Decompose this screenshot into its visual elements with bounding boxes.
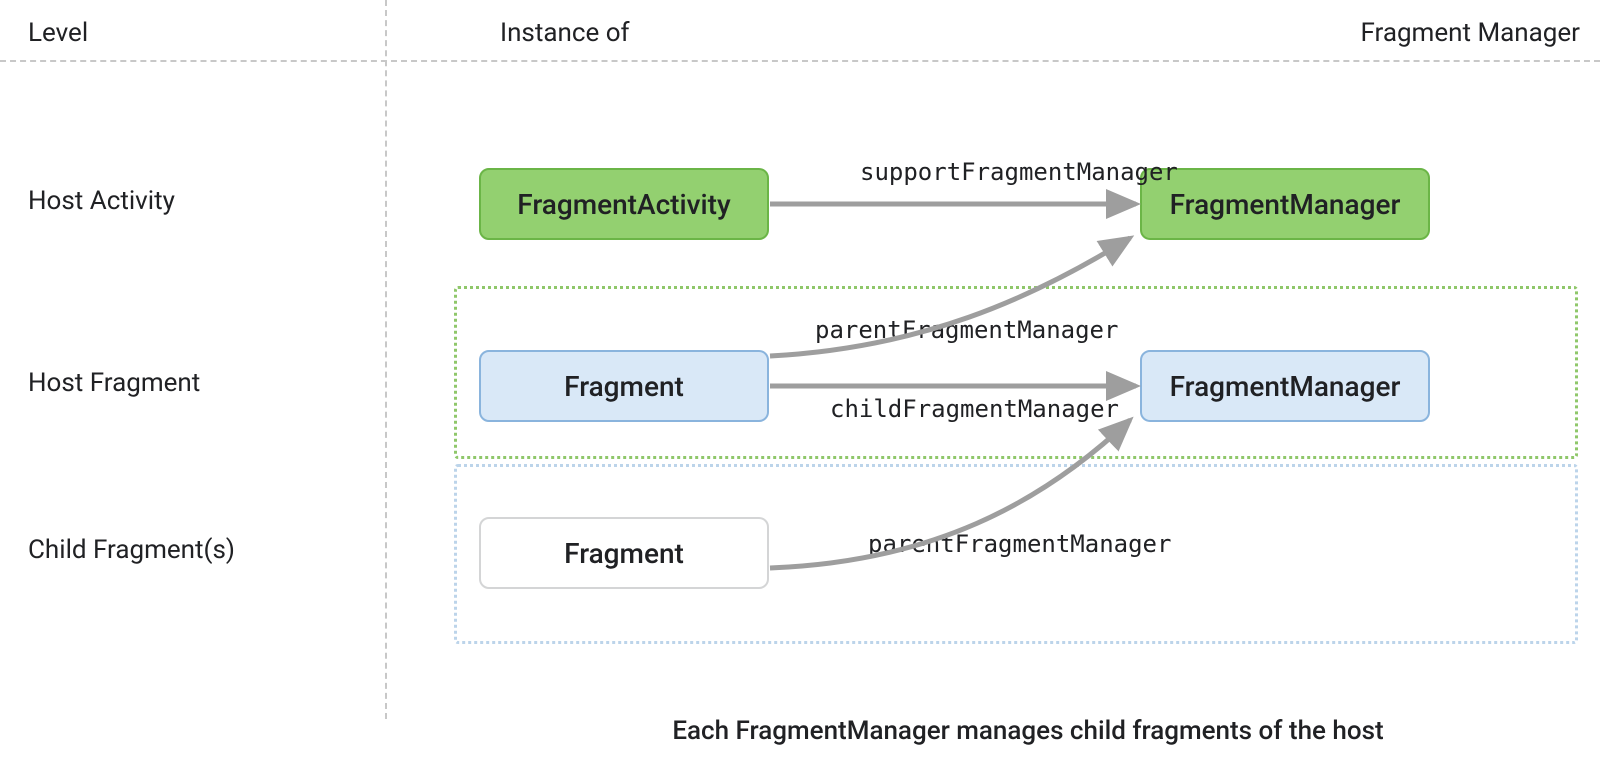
edge-label-parent-fm-1: parentFragmentManager [815, 316, 1118, 344]
fragment-bot-box: Fragment [479, 517, 769, 589]
edge-label-parent-fm-2: parentFragmentManager [868, 530, 1171, 558]
header-fragment-manager: Fragment Manager [1360, 18, 1580, 48]
level-host-fragment: Host Fragment [28, 368, 200, 398]
edge-label-child-fm: childFragmentManager [830, 395, 1119, 423]
fragment-mid-box: Fragment [479, 350, 769, 422]
fragment-manager-top-box: FragmentManager [1140, 168, 1430, 240]
header-instance-of: Instance of [500, 18, 630, 48]
header-divider [0, 60, 1600, 62]
header-level: Level [28, 18, 88, 48]
fragment-activity-box: FragmentActivity [479, 168, 769, 240]
level-child-fragments: Child Fragment(s) [28, 535, 235, 565]
level-host-activity: Host Activity [28, 186, 175, 216]
vertical-divider [385, 0, 387, 719]
edge-label-support-fm: supportFragmentManager [860, 158, 1178, 186]
fragment-manager-mid-box: FragmentManager [1140, 350, 1430, 422]
diagram-caption: Each FragmentManager manages child fragm… [538, 716, 1518, 746]
